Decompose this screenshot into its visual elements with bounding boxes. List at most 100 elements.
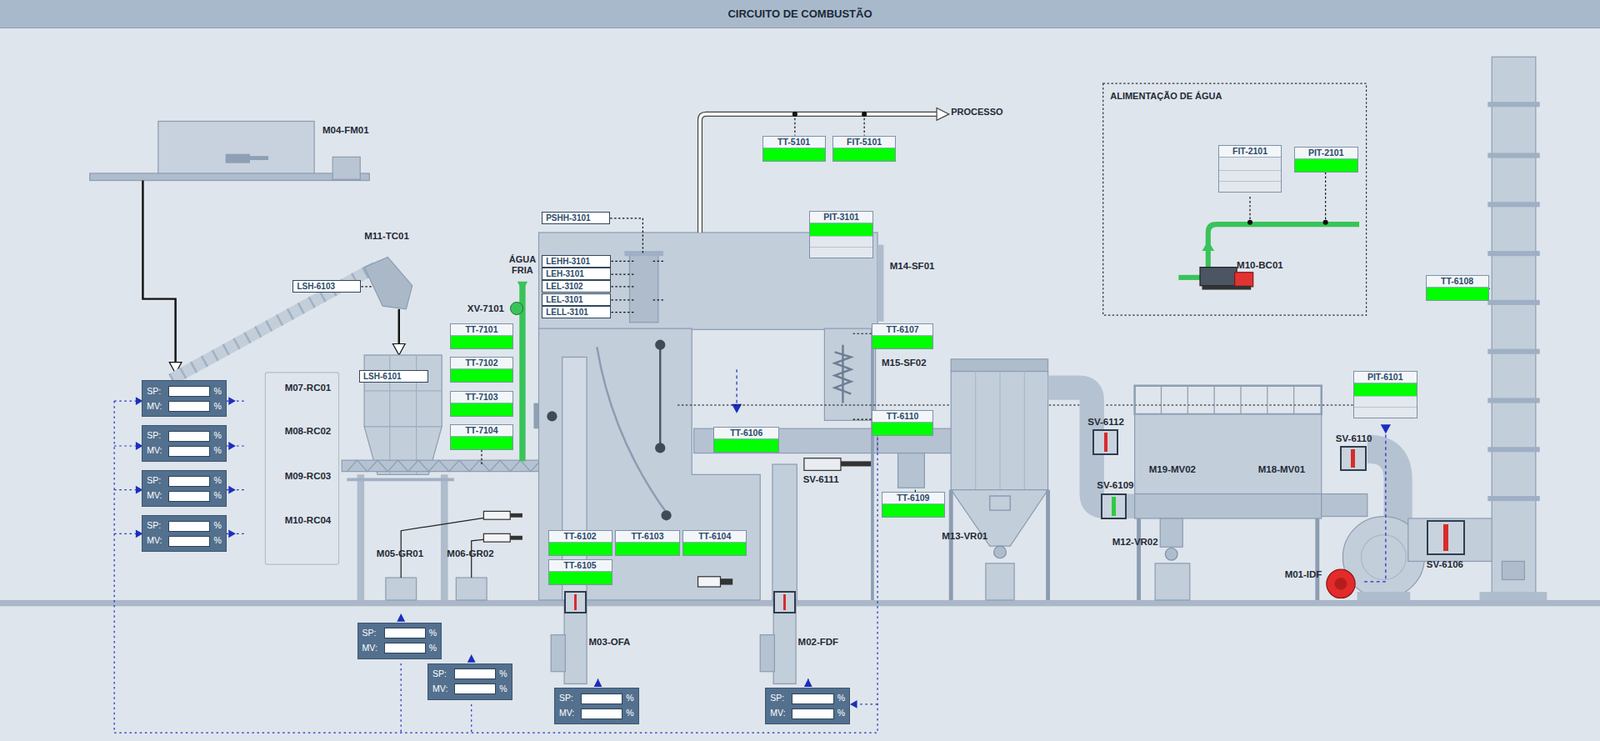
setpoint-field[interactable] [168, 385, 210, 397]
indicator-value [549, 542, 612, 555]
setpoint-unit: % [429, 626, 437, 640]
diagram-note: ALIMENTAÇÃO DE ÁGUA [1110, 90, 1222, 102]
equipment-label: M02-FDF [798, 635, 840, 648]
setpoint-label: SP: [146, 429, 165, 443]
controller: SP:%MV:% [141, 380, 227, 417]
indicator-extra-row [1354, 406, 1417, 418]
switch-tag: LELL-3101 [541, 305, 611, 319]
setpoint-field[interactable] [384, 627, 426, 639]
title-bar: CIRCUITO DE COMBUSTÃO [0, 0, 1600, 29]
output-unit: % [429, 641, 437, 655]
output-field[interactable] [168, 445, 210, 457]
output-label: MV: [362, 641, 381, 655]
indicator: TT-5101 [762, 135, 826, 162]
output-unit: % [499, 682, 507, 696]
switch-tag: LSH-6103 [292, 280, 361, 293]
valve-label: XV-7101 [467, 302, 505, 315]
output-unit: % [213, 534, 221, 548]
equipment-label: M15-SF02 [881, 356, 927, 369]
damper-state-bar [783, 594, 787, 610]
screen-title: CIRCUITO DE COMBUSTÃO [727, 5, 872, 23]
indicator: TT-6102 [548, 530, 613, 556]
valve-icon[interactable] [1092, 429, 1119, 455]
equipment-label: M11-TC01 [364, 230, 410, 242]
valve-icon[interactable] [1426, 520, 1466, 555]
indicator: TT-6104 [682, 530, 747, 556]
equipment-label: M05-GR01 [376, 547, 424, 560]
indicator: TT-7101 [450, 323, 514, 350]
indicator-value [450, 335, 513, 349]
indicator: PIT-2101 [1294, 146, 1359, 173]
output-field[interactable] [168, 490, 210, 502]
controller: SP:%MV:% [141, 470, 227, 507]
switch-tag: LEL-3101 [541, 293, 611, 306]
switch-tag: LEHH-3101 [541, 255, 611, 268]
setpoint-row: SP:% [146, 383, 222, 399]
setpoint-row: SP:% [146, 428, 222, 444]
indicator-extra-row [810, 246, 873, 258]
output-field[interactable] [168, 535, 210, 547]
indicator-tag: TT-7103 [450, 391, 513, 404]
setpoint-unit: % [213, 385, 221, 399]
setpoint-label: SP: [362, 626, 381, 640]
switch-tag: LEH-3101 [541, 267, 611, 280]
output-field[interactable] [791, 708, 834, 720]
setpoint-field[interactable] [168, 430, 210, 442]
output-label: MV: [432, 682, 451, 696]
output-row: MV:% [559, 705, 635, 721]
indicator-tag: TT-7101 [450, 324, 513, 336]
indicator: TT-6110 [871, 410, 935, 436]
diagram-note: ÁGUA FRIA [507, 254, 539, 276]
damper-state-bar [574, 594, 578, 610]
setpoint-field[interactable] [168, 475, 210, 487]
setpoint-field[interactable] [580, 693, 623, 705]
output-unit: % [625, 706, 634, 720]
indicator-value [450, 369, 513, 382]
valve-icon[interactable] [1100, 493, 1127, 520]
output-unit: % [213, 400, 221, 414]
indicator-tag: TT-6108 [1426, 275, 1489, 288]
output-row: MV:% [770, 705, 845, 721]
output-row: MV:% [146, 533, 222, 549]
setpoint-unit: % [213, 429, 221, 443]
output-field[interactable] [384, 642, 426, 654]
equipment-label: M01-IDF [1285, 568, 1323, 580]
damper-icon[interactable] [564, 590, 587, 614]
indicator-value [872, 335, 934, 349]
indicator-value [872, 422, 934, 435]
output-field[interactable] [454, 683, 496, 695]
equipment-label: M14-SF01 [890, 260, 935, 272]
damper-icon[interactable] [773, 590, 796, 614]
controller: SP:%MV:% [427, 663, 513, 700]
switch-tag: PSHH-3101 [541, 211, 610, 225]
controller: SP:%MV:% [554, 687, 640, 725]
setpoint-label: SP: [146, 519, 165, 533]
valve-icon[interactable] [1340, 445, 1367, 472]
setpoint-field[interactable] [168, 520, 210, 532]
output-label: MV: [146, 489, 165, 503]
output-label: MV: [146, 444, 165, 458]
valve-label: SV-6109 [1096, 479, 1134, 491]
indicator-value [1354, 383, 1417, 396]
equipment-label: M04-FM01 [322, 124, 370, 136]
output-label: MV: [770, 706, 789, 720]
setpoint-field[interactable] [791, 693, 834, 705]
output-unit: % [213, 444, 221, 458]
valve-label: SV-6110 [1335, 432, 1372, 445]
indicator-extra-row [1354, 395, 1417, 407]
indicator: PIT-3101 [809, 210, 874, 259]
valve-label: SV-6106 [1426, 558, 1464, 570]
output-label: MV: [146, 534, 165, 548]
indicator-value [683, 542, 746, 555]
controller: SP:%MV:% [141, 425, 227, 462]
switch-tag: LEL-3102 [541, 280, 611, 293]
output-field[interactable] [580, 708, 623, 720]
indicator-value [714, 439, 780, 452]
output-label: MV: [559, 706, 578, 720]
equipment-label: SV-6111 [803, 473, 840, 485]
switch-tag: LSH-6101 [359, 370, 429, 383]
output-field[interactable] [168, 400, 210, 412]
setpoint-field[interactable] [454, 668, 496, 680]
valve-label: SV-6112 [1087, 415, 1124, 428]
output-unit: % [213, 489, 221, 503]
